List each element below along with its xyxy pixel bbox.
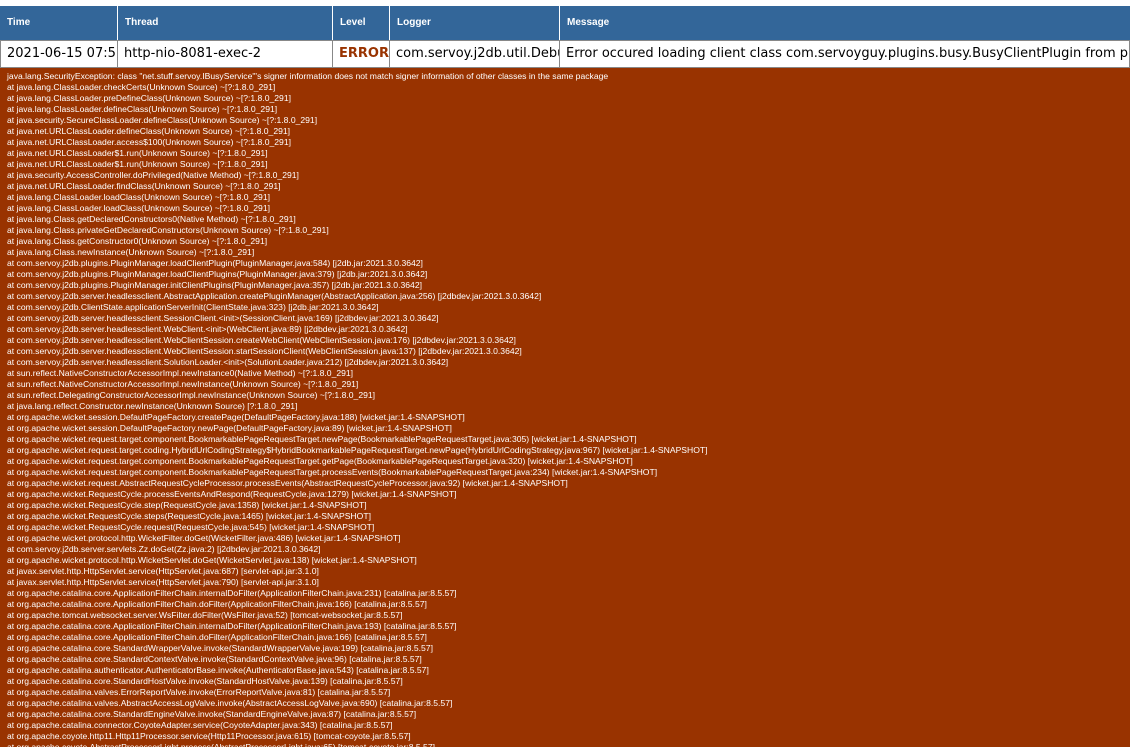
stack-frame-line: at java.security.AccessController.doPriv… bbox=[7, 170, 299, 180]
stack-frame-line: at java.lang.Class.getConstructor0(Unkno… bbox=[7, 236, 268, 246]
exception-line: java.lang.SecurityException: class "net.… bbox=[7, 71, 609, 81]
stack-trace-panel: java.lang.SecurityException: class "net.… bbox=[0, 68, 1130, 747]
stack-frame-line: at java.lang.ClassLoader.loadClass(Unkno… bbox=[7, 203, 270, 213]
stack-frame-line: at org.apache.catalina.core.StandardHost… bbox=[7, 676, 403, 686]
stack-frame-line: at java.lang.Class.getDeclaredConstructo… bbox=[7, 214, 296, 224]
stack-frame-line: at org.apache.catalina.authenticator.Aut… bbox=[7, 665, 429, 675]
cell-logger: com.servoy.j2db.util.Debug bbox=[390, 40, 560, 68]
stack-frame-line: at org.apache.wicket.protocol.http.Wicke… bbox=[7, 533, 401, 543]
stack-frame-line: at sun.reflect.DelegatingConstructorAcce… bbox=[7, 390, 376, 400]
stack-frame-line: at org.apache.wicket.RequestCycle.proces… bbox=[7, 489, 457, 499]
stack-frame-line: at java.lang.ClassLoader.preDefineClass(… bbox=[7, 93, 292, 103]
stack-frame-line: at com.servoy.j2db.ClientState.applicati… bbox=[7, 302, 379, 312]
stack-frame-line: at java.net.URLClassLoader.access$100(Un… bbox=[7, 137, 292, 147]
stack-frame-line: at java.net.URLClassLoader$1.run(Unknown… bbox=[7, 148, 268, 158]
stack-frame-line: at java.net.URLClassLoader.findClass(Unk… bbox=[7, 181, 281, 191]
stack-frame-line: at java.lang.Class.privateGetDeclaredCon… bbox=[7, 225, 329, 235]
stack-frame-line: at org.apache.wicket.RequestCycle.reques… bbox=[7, 522, 375, 532]
stack-frame-line: at org.apache.catalina.valves.AbstractAc… bbox=[7, 698, 453, 708]
stack-frame-line: at java.lang.reflect.Constructor.newInst… bbox=[7, 401, 298, 411]
stack-frame-line: at com.servoy.j2db.server.servlets.Zz.do… bbox=[7, 544, 321, 554]
stack-frame-line: at javax.servlet.http.HttpServlet.servic… bbox=[7, 577, 319, 587]
stack-frame-line: at com.servoy.j2db.server.headlessclient… bbox=[7, 313, 439, 323]
stack-frame-line: at org.apache.catalina.core.ApplicationF… bbox=[7, 632, 427, 642]
column-header-thread[interactable]: Thread bbox=[118, 6, 333, 40]
stack-frame-line: at org.apache.catalina.core.ApplicationF… bbox=[7, 588, 457, 598]
stack-frame-line: at org.apache.wicket.protocol.http.Wicke… bbox=[7, 555, 417, 565]
stack-frame-line: at org.apache.coyote.AbstractProcessorLi… bbox=[7, 742, 435, 747]
stack-frame-line: at org.apache.wicket.session.DefaultPage… bbox=[7, 412, 465, 422]
cell-thread: http-nio-8081-exec-2 bbox=[118, 40, 333, 68]
stack-frame-line: at org.apache.catalina.core.ApplicationF… bbox=[7, 599, 427, 609]
stack-frame-line: at com.servoy.j2db.server.headlessclient… bbox=[7, 335, 516, 345]
cell-message: Error occured loading client class com.s… bbox=[560, 40, 1130, 68]
stack-frame-line: at java.lang.ClassLoader.loadClass(Unkno… bbox=[7, 192, 270, 202]
stack-frame-line: at org.apache.wicket.request.AbstractReq… bbox=[7, 478, 568, 488]
stack-frame-line: at org.apache.wicket.request.target.comp… bbox=[7, 434, 637, 444]
cell-level: ERROR bbox=[333, 40, 390, 68]
stack-frame-line: at com.servoy.j2db.plugins.PluginManager… bbox=[7, 280, 422, 290]
stack-frame-line: at org.apache.wicket.RequestCycle.step(R… bbox=[7, 500, 367, 510]
stack-frame-line: at com.servoy.j2db.plugins.PluginManager… bbox=[7, 269, 428, 279]
stack-frame-line: at org.apache.catalina.core.StandardWrap… bbox=[7, 643, 433, 653]
cell-time: 2021-06-15 07:51 bbox=[0, 40, 118, 68]
column-header-time[interactable]: Time bbox=[0, 6, 118, 40]
column-header-level[interactable]: Level bbox=[333, 6, 390, 40]
stack-frame-line: at sun.reflect.NativeConstructorAccessor… bbox=[7, 379, 359, 389]
stack-frame-line: at java.lang.ClassLoader.defineClass(Unk… bbox=[7, 104, 278, 114]
stack-frame-line: at org.apache.wicket.request.target.comp… bbox=[7, 467, 658, 477]
stack-frame-line: at org.apache.wicket.request.target.comp… bbox=[7, 456, 633, 466]
stack-frame-line: at org.apache.catalina.valves.ErrorRepor… bbox=[7, 687, 391, 697]
table-header-row: Time Thread Level Logger Message bbox=[0, 6, 1130, 40]
stack-frame-line: at java.lang.ClassLoader.checkCerts(Unkn… bbox=[7, 82, 276, 92]
stack-frame-line: at com.servoy.j2db.server.headlessclient… bbox=[7, 357, 449, 367]
stack-frame-line: at org.apache.catalina.core.ApplicationF… bbox=[7, 621, 457, 631]
stack-frame-line: at java.security.SecureClassLoader.defin… bbox=[7, 115, 318, 125]
stack-frame-line: at com.servoy.j2db.server.headlessclient… bbox=[7, 291, 542, 301]
stack-frame-line: at org.apache.tomcat.websocket.server.Ws… bbox=[7, 610, 403, 620]
stack-frame-line: at java.lang.Class.newInstance(Unknown S… bbox=[7, 247, 255, 257]
stack-frame-line: at com.servoy.j2db.server.headlessclient… bbox=[7, 346, 522, 356]
stack-frame-line: at com.servoy.j2db.plugins.PluginManager… bbox=[7, 258, 423, 268]
stack-frame-line: at org.apache.wicket.request.target.codi… bbox=[7, 445, 708, 455]
stack-frame-line: at com.servoy.j2db.server.headlessclient… bbox=[7, 324, 408, 334]
stack-frame-line: at java.net.URLClassLoader$1.run(Unknown… bbox=[7, 159, 268, 169]
table-row[interactable]: 2021-06-15 07:51 http-nio-8081-exec-2 ER… bbox=[0, 40, 1130, 68]
stack-frame-line: at org.apache.coyote.http11.Http11Proces… bbox=[7, 731, 411, 741]
stack-frame-line: at sun.reflect.NativeConstructorAccessor… bbox=[7, 368, 354, 378]
stack-frame-line: at java.net.URLClassLoader.defineClass(U… bbox=[7, 126, 291, 136]
stack-frame-line: at org.apache.wicket.session.DefaultPage… bbox=[7, 423, 452, 433]
stack-frame-line: at javax.servlet.http.HttpServlet.servic… bbox=[7, 566, 319, 576]
stack-frame-line: at org.apache.catalina.core.StandardEngi… bbox=[7, 709, 417, 719]
stack-frame-line: at org.apache.catalina.connector.CoyoteA… bbox=[7, 720, 393, 730]
column-header-message[interactable]: Message bbox=[560, 6, 1130, 40]
column-header-logger[interactable]: Logger bbox=[390, 6, 560, 40]
stack-frame-line: at org.apache.catalina.core.StandardCont… bbox=[7, 654, 422, 664]
stack-frame-line: at org.apache.wicket.RequestCycle.steps(… bbox=[7, 511, 371, 521]
